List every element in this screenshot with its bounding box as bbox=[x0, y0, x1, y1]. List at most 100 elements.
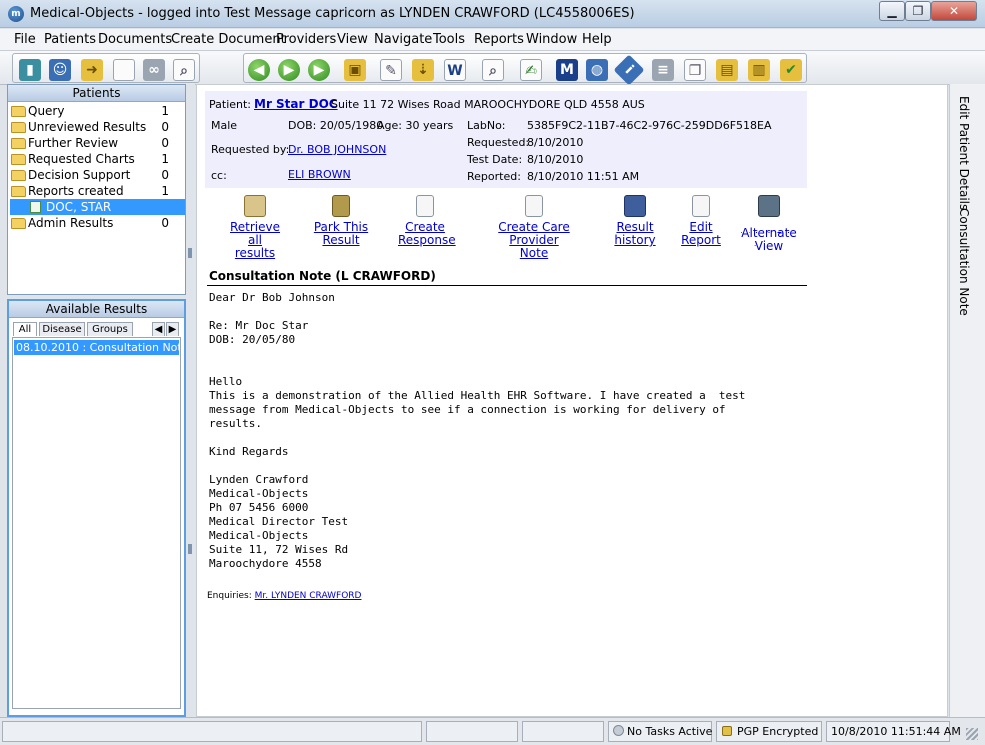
tree-item-doc-star[interactable]: DOC, STAR bbox=[10, 199, 185, 215]
tab-disease[interactable]: Disease bbox=[39, 322, 85, 336]
menu-view[interactable]: View bbox=[337, 32, 368, 47]
book-icon[interactable]: ▮ bbox=[17, 57, 43, 83]
patient-name-link[interactable]: Mr Star DOC bbox=[254, 97, 338, 111]
result-history-link[interactable]: Result history bbox=[614, 195, 656, 247]
tab-scroll-right-icon[interactable]: ▶ bbox=[166, 322, 179, 336]
requested-by-label: Requested by: bbox=[211, 143, 290, 156]
retrieve-all-results-link[interactable]: Retrieve all results bbox=[225, 195, 285, 260]
open-folder-icon bbox=[11, 186, 26, 197]
toolbar: ▮ ☺ ➜ ∞ ⌕ ◀ ▶ ▶ ▣ ✎ ⇣ W ⌕ ✍ M ◍ i ≡ ❐ ▤ … bbox=[0, 51, 985, 86]
binoculars-icon[interactable]: ∞ bbox=[141, 57, 167, 83]
enquiries-line: Enquiries: Mr. LYNDEN CRAWFORD bbox=[207, 591, 362, 601]
toolbar-group-patients: ▮ ☺ ➜ ∞ ⌕ bbox=[12, 53, 200, 83]
menu-help[interactable]: Help bbox=[582, 32, 612, 47]
menu-providers[interactable]: Providers bbox=[276, 32, 336, 47]
magnifier-icon[interactable]: ⌕ bbox=[480, 57, 506, 83]
find-patient-icon[interactable]: ☺ bbox=[47, 57, 73, 83]
test-date-label: Test Date: bbox=[467, 153, 523, 166]
notebook-icon[interactable]: ≡ bbox=[650, 57, 676, 83]
menu-tools[interactable]: Tools bbox=[433, 32, 465, 47]
tree-item-admin-results[interactable]: Admin Results 0 bbox=[10, 215, 185, 231]
back-arrow-icon[interactable]: ◀ bbox=[246, 57, 272, 83]
resize-grip-icon[interactable] bbox=[966, 728, 978, 740]
restore-button[interactable]: ❐ bbox=[905, 1, 931, 21]
labno-label: LabNo: bbox=[467, 119, 506, 132]
tab-edit-patient-details[interactable]: Edit Patient Details bbox=[957, 96, 971, 210]
tree-item-further-review[interactable]: Further Review 0 bbox=[10, 135, 185, 151]
result-item[interactable]: 08.10.2010 : Consultation Note (L bbox=[14, 340, 179, 355]
datetime-status: 10/8/2010 11:51:44 AM bbox=[826, 721, 961, 742]
lock-icon[interactable]: ▣ bbox=[342, 57, 368, 83]
requested-value: 8/10/2010 bbox=[527, 136, 584, 149]
park-icon bbox=[332, 195, 350, 217]
tree-item-requested-charts[interactable]: Requested Charts 1 bbox=[10, 151, 185, 167]
patient-age: Age: 30 years bbox=[377, 119, 454, 132]
medical-objects-icon[interactable]: M bbox=[554, 57, 580, 83]
forward-arrow-icon[interactable]: ▶ bbox=[276, 57, 302, 83]
zoom-search-icon[interactable]: ⌕ bbox=[171, 57, 197, 83]
tab-groups[interactable]: Groups bbox=[87, 322, 133, 336]
cc-label: cc: bbox=[211, 169, 227, 182]
new-document-icon[interactable] bbox=[111, 57, 137, 83]
copy-document-icon[interactable]: ❐ bbox=[682, 57, 708, 83]
menu-documents[interactable]: Documents bbox=[98, 32, 172, 47]
import-icon[interactable]: ⇣ bbox=[410, 57, 436, 83]
tree-item-query[interactable]: Query 1 bbox=[10, 103, 185, 119]
available-results-panel: Available Results All Disease Groups ◀ ▶… bbox=[7, 299, 186, 717]
close-button[interactable]: ✕ bbox=[931, 1, 977, 21]
tab-consultation-note[interactable]: Consultation Note bbox=[957, 208, 971, 316]
menu-navigate[interactable]: Navigate bbox=[374, 32, 432, 47]
menu-bar: File Patients Documents Create Document … bbox=[0, 29, 985, 51]
main-content: Patient: Mr Star DOC Suite 11 72 Wises R… bbox=[196, 84, 948, 717]
note-body: Dear Dr Bob Johnson Re: Mr Doc Star DOB:… bbox=[209, 291, 746, 570]
create-response-link[interactable]: Create Response bbox=[398, 195, 456, 247]
open-folder-icon[interactable]: ➜ bbox=[79, 57, 105, 83]
stack-icon[interactable]: ▥ bbox=[746, 57, 772, 83]
patients-panel-title: Patients bbox=[8, 85, 185, 102]
status-bar: No Tasks Active PGP Encrypted 10/8/2010 … bbox=[0, 717, 985, 745]
retrieve-icon bbox=[244, 195, 266, 217]
folder-icon bbox=[11, 170, 26, 181]
enquiries-link[interactable]: Mr. LYNDEN CRAWFORD bbox=[255, 591, 362, 601]
cc-link[interactable]: ELI BROWN bbox=[288, 168, 351, 181]
menu-reports[interactable]: Reports bbox=[474, 32, 524, 47]
tasks-icon bbox=[613, 725, 624, 736]
alternate-view-link[interactable]: Alternate View bbox=[731, 195, 807, 253]
folder-icon bbox=[11, 122, 26, 133]
menu-window[interactable]: Window bbox=[526, 32, 577, 47]
patient-sex: Male bbox=[211, 119, 238, 132]
requested-by-link[interactable]: Dr. BOB JOHNSON bbox=[288, 143, 386, 156]
patients-panel: Patients Query 1 Unreviewed Results 0 Fu… bbox=[7, 84, 186, 295]
tab-scroll-left-icon[interactable]: ◀ bbox=[152, 322, 165, 336]
minimize-button[interactable]: ▁ bbox=[879, 1, 905, 21]
checkmark-folder-icon[interactable]: ✔ bbox=[778, 57, 804, 83]
folder-icon bbox=[11, 138, 26, 149]
park-this-result-link[interactable]: Park This Result bbox=[313, 195, 369, 247]
edit-report-link[interactable]: Edit Report bbox=[681, 195, 721, 247]
menu-patients[interactable]: Patients bbox=[44, 32, 96, 47]
edit-report-icon bbox=[692, 195, 710, 217]
labno-value: 5385F9C2-11B7-46C2-976C-259DD6F518EA bbox=[527, 119, 772, 132]
go-icon[interactable]: ▶ bbox=[306, 57, 332, 83]
care-provider-note-icon bbox=[525, 195, 543, 217]
create-care-provider-note-link[interactable]: Create Care Provider Note bbox=[481, 195, 587, 260]
globe-icon[interactable]: ◍ bbox=[584, 57, 610, 83]
panel-splitter[interactable] bbox=[186, 84, 195, 717]
tree-item-reports-created[interactable]: Reports created 1 bbox=[10, 183, 185, 199]
menu-create-document[interactable]: Create Document bbox=[171, 32, 286, 47]
clipboard-icon[interactable]: ▤ bbox=[714, 57, 740, 83]
results-list: 08.10.2010 : Consultation Note (L bbox=[12, 337, 181, 709]
folder-icon bbox=[11, 218, 26, 229]
signature-icon[interactable]: ✍ bbox=[518, 57, 544, 83]
tree-item-unreviewed-results[interactable]: Unreviewed Results 0 bbox=[10, 119, 185, 135]
tree-item-decision-support[interactable]: Decision Support 0 bbox=[10, 167, 185, 183]
pen-edit-icon[interactable]: ✎ bbox=[378, 57, 404, 83]
menu-file[interactable]: File bbox=[14, 32, 36, 47]
word-document-icon[interactable]: W bbox=[442, 57, 468, 83]
toolbar-group-actions: ◀ ▶ ▶ ▣ ✎ ⇣ W ⌕ ✍ M ◍ i ≡ ❐ ▤ ▥ ✔ bbox=[243, 53, 807, 86]
tab-all[interactable]: All bbox=[13, 322, 37, 336]
document-icon bbox=[30, 201, 41, 213]
title-bar: m Medical-Objects - logged into Test Mes… bbox=[0, 0, 985, 28]
info-icon[interactable]: i bbox=[613, 54, 645, 86]
right-side-tabs: Edit Patient Details Consultation Note bbox=[949, 84, 985, 717]
